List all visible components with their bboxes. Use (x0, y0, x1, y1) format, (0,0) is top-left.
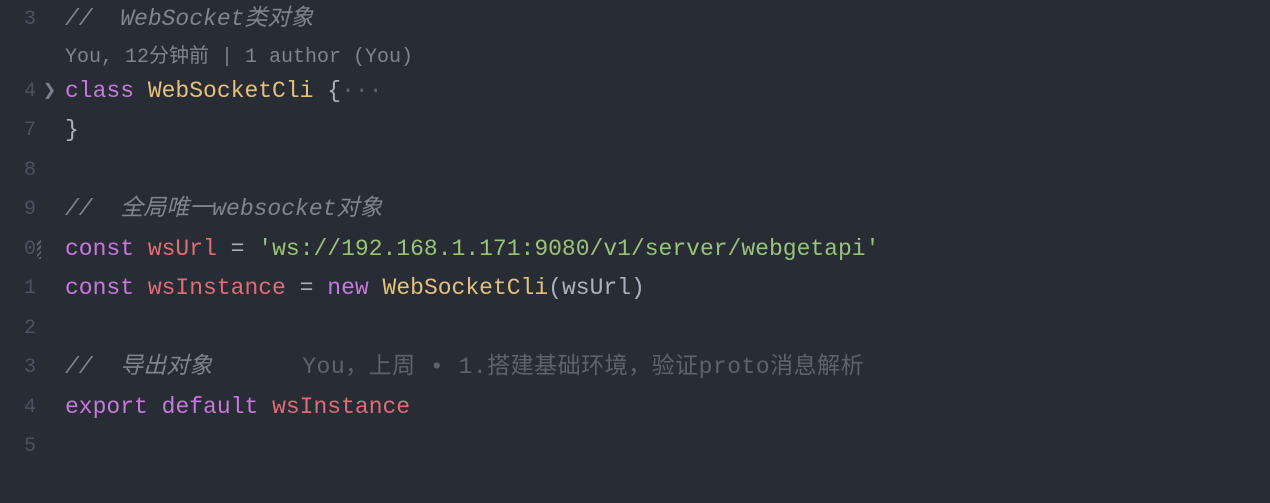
code-line[interactable]: // WebSocket类对象 (65, 0, 1270, 40)
git-lens-annotation[interactable]: You, 12分钟前 | 1 author (You) (65, 46, 413, 69)
code-lens-row[interactable]: You, 12分钟前 | 1 author (You) (65, 40, 1270, 72)
argument: wsUrl (562, 275, 631, 301)
modified-line-indicator (37, 240, 41, 260)
line-number: 4 (0, 388, 36, 428)
line-number: 5 (0, 427, 36, 467)
line-number: 4 (0, 72, 36, 112)
constructor-call: WebSocketCli (383, 275, 549, 301)
identifier: wsInstance (148, 275, 286, 301)
comment-text: // 全局唯一websocket对象 (65, 196, 382, 222)
keyword-default: default (162, 394, 259, 420)
operator-equals: = (300, 275, 314, 301)
code-line[interactable]: // 导出对象 You，上周 • 1.搭建基础环境，验证proto消息解析 (65, 348, 1270, 388)
keyword-new: new (327, 275, 368, 301)
brace-open: { (327, 78, 341, 104)
comment-text: // WebSocket类对象 (65, 6, 313, 32)
class-name: WebSocketCli (148, 78, 314, 104)
keyword-const: const (65, 275, 134, 301)
keyword-export: export (65, 394, 148, 420)
code-line[interactable]: const wsUrl = 'ws://192.168.1.171:9080/v… (65, 230, 1270, 270)
string-literal: 'ws://192.168.1.171:9080/v1/server/webge… (258, 236, 879, 262)
code-line[interactable] (65, 151, 1270, 191)
line-number: 8 (0, 151, 36, 191)
folded-ellipsis-icon[interactable]: ··· (341, 78, 382, 104)
code-line[interactable]: class WebSocketCli {··· (65, 72, 1270, 112)
brace-close: } (65, 117, 79, 143)
paren-open: ( (548, 275, 562, 301)
keyword-const: const (65, 236, 134, 262)
code-line[interactable]: const wsInstance = new WebSocketCli(wsUr… (65, 269, 1270, 309)
code-line[interactable]: export default wsInstance (65, 388, 1270, 428)
operator-equals: = (231, 236, 245, 262)
code-line[interactable] (65, 309, 1270, 349)
code-line[interactable]: // 全局唯一websocket对象 (65, 190, 1270, 230)
line-number: 9 (0, 190, 36, 230)
line-number: 2 (0, 309, 36, 349)
paren-close: ) (631, 275, 645, 301)
comment-text: // 导出对象 (65, 354, 212, 380)
line-number: 7 (0, 111, 36, 151)
identifier: wsInstance (272, 394, 410, 420)
code-line[interactable]: } (65, 111, 1270, 151)
line-number: 3 (0, 348, 36, 388)
line-number: 0 (0, 230, 36, 270)
line-number: 3 (0, 0, 36, 40)
identifier: wsUrl (148, 236, 217, 262)
keyword-class: class (65, 78, 134, 104)
line-number: 1 (0, 269, 36, 309)
fold-collapsed-icon[interactable]: ❯ (36, 72, 63, 112)
code-line[interactable] (65, 427, 1270, 467)
git-blame-inline[interactable]: You，上周 • 1.搭建基础环境，验证proto消息解析 (302, 354, 864, 380)
